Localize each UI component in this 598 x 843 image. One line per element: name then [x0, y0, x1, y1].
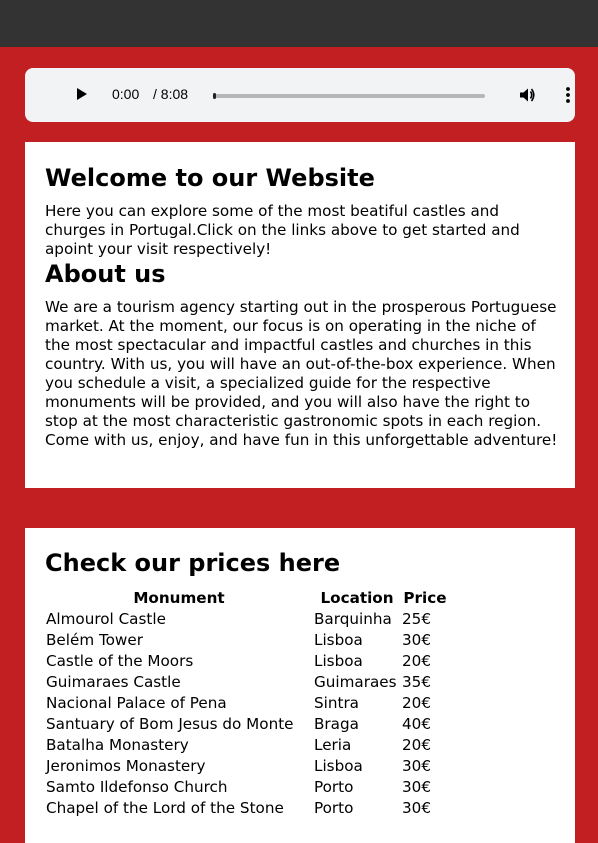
- monument-cell: Guimaraes Castle: [46, 673, 181, 691]
- monument-cell: Chapel of the Lord of the Stone: [46, 799, 284, 817]
- location-cell: Porto: [314, 799, 354, 817]
- prices-section: Check our prices here Monument Location …: [25, 528, 575, 843]
- location-cell: Lisboa: [314, 652, 363, 670]
- monument-cell: Castle of the Moors: [46, 652, 194, 670]
- price-cell: 20€: [402, 694, 431, 712]
- audio-player[interactable]: 0:00 / 8:08: [25, 68, 575, 122]
- location-cell: Lisboa: [314, 757, 363, 775]
- volume-icon[interactable]: [518, 86, 536, 104]
- location-cell: Sintra: [314, 694, 359, 712]
- price-cell: 40€: [402, 715, 431, 733]
- welcome-heading: Welcome to our Website: [45, 164, 375, 192]
- seek-handle[interactable]: [213, 93, 216, 99]
- table-row: Castle of the Moors Lisboa 20€: [45, 651, 449, 672]
- price-cell: 30€: [402, 799, 431, 817]
- table-row: Santuary of Bom Jesus do Monte Braga 40€: [45, 714, 449, 735]
- location-cell: Braga: [314, 715, 359, 733]
- price-cell: 30€: [402, 757, 431, 775]
- welcome-about-section: Welcome to our Website Here you can expl…: [25, 142, 575, 488]
- column-header-monument: Monument: [133, 589, 225, 607]
- table-row: Chapel of the Lord of the Stone Porto 30…: [45, 798, 449, 819]
- price-cell: 35€: [402, 673, 431, 691]
- location-cell: Lisboa: [314, 631, 363, 649]
- monument-cell: Santuary of Bom Jesus do Monte: [46, 715, 294, 733]
- price-cell: 30€: [402, 631, 431, 649]
- table-row: Batalha Monastery Leria 20€: [45, 735, 449, 756]
- top-navigation-bar: [0, 0, 598, 47]
- price-cell: 25€: [402, 610, 431, 628]
- price-cell: 20€: [402, 736, 431, 754]
- location-cell: Porto: [314, 778, 354, 796]
- column-header-location: Location: [320, 589, 394, 607]
- location-cell: Barquinha: [314, 610, 392, 628]
- monument-cell: Belém Tower: [46, 631, 143, 649]
- table-row: Jeronimos Monastery Lisboa 30€: [45, 756, 449, 777]
- monument-cell: Batalha Monastery: [46, 736, 189, 754]
- monument-cell: Samto Ildefonso Church: [46, 778, 228, 796]
- location-cell: Guimaraes: [314, 673, 397, 691]
- prices-table: Monument Location Price Almourol Castle …: [45, 588, 449, 819]
- table-header-row: Monument Location Price: [45, 588, 449, 609]
- prices-heading: Check our prices here: [45, 549, 341, 577]
- price-cell: 30€: [402, 778, 431, 796]
- play-icon[interactable]: [77, 88, 87, 100]
- total-duration: / 8:08: [153, 86, 189, 102]
- monument-cell: Jeronimos Monastery: [46, 757, 206, 775]
- table-row: Samto Ildefonso Church Porto 30€: [45, 777, 449, 798]
- price-cell: 20€: [402, 652, 431, 670]
- location-cell: Leria: [314, 736, 352, 754]
- table-row: Guimaraes Castle Guimaraes 35€: [45, 672, 449, 693]
- welcome-text: Here you can explore some of the most be…: [45, 202, 520, 258]
- about-text: We are a tourism agency starting out in …: [45, 298, 558, 449]
- table-row: Almourol Castle Barquinha 25€: [45, 609, 449, 630]
- column-header-price: Price: [403, 589, 447, 607]
- table-row: Belém Tower Lisboa 30€: [45, 630, 449, 651]
- about-heading: About us: [45, 260, 166, 288]
- monument-cell: Almourol Castle: [46, 610, 166, 628]
- current-time: 0:00: [112, 86, 140, 102]
- more-options-icon[interactable]: [561, 85, 575, 105]
- table-row: Nacional Palace of Pena Sintra 20€: [45, 693, 449, 714]
- seek-slider[interactable]: [213, 93, 485, 99]
- monument-cell: Nacional Palace of Pena: [46, 694, 227, 712]
